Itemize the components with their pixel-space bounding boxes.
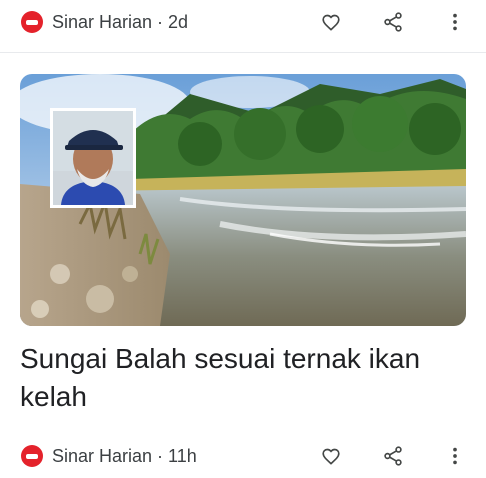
story-headline[interactable]: Sungai Balah sesuai ternak ikan kelah: [20, 340, 466, 416]
story-footer-previous: Sinar Harian · 2d: [0, 0, 486, 44]
sinar-harian-logo-icon: [21, 445, 43, 467]
more-options-button[interactable]: [440, 7, 470, 37]
more-options-button[interactable]: [440, 441, 470, 471]
heart-icon: [322, 448, 340, 465]
share-button[interactable]: [378, 441, 408, 471]
story-footer: Sinar Harian · 11h: [0, 434, 486, 478]
source-meta: Sinar Harian · 2d: [52, 11, 189, 32]
more-vert-icon: [453, 447, 457, 465]
share-button[interactable]: [378, 7, 408, 37]
story-thumbnail[interactable]: [20, 74, 466, 326]
card-divider: [0, 52, 486, 53]
author-portrait: [50, 108, 136, 208]
sinar-harian-logo-icon: [21, 11, 43, 33]
more-vert-icon: [453, 13, 457, 31]
share-icon: [384, 12, 402, 32]
source-meta: Sinar Harian · 11h: [52, 445, 197, 466]
heart-icon: [322, 14, 340, 31]
share-icon: [384, 446, 402, 466]
save-button[interactable]: [316, 7, 346, 37]
save-button[interactable]: [316, 441, 346, 471]
